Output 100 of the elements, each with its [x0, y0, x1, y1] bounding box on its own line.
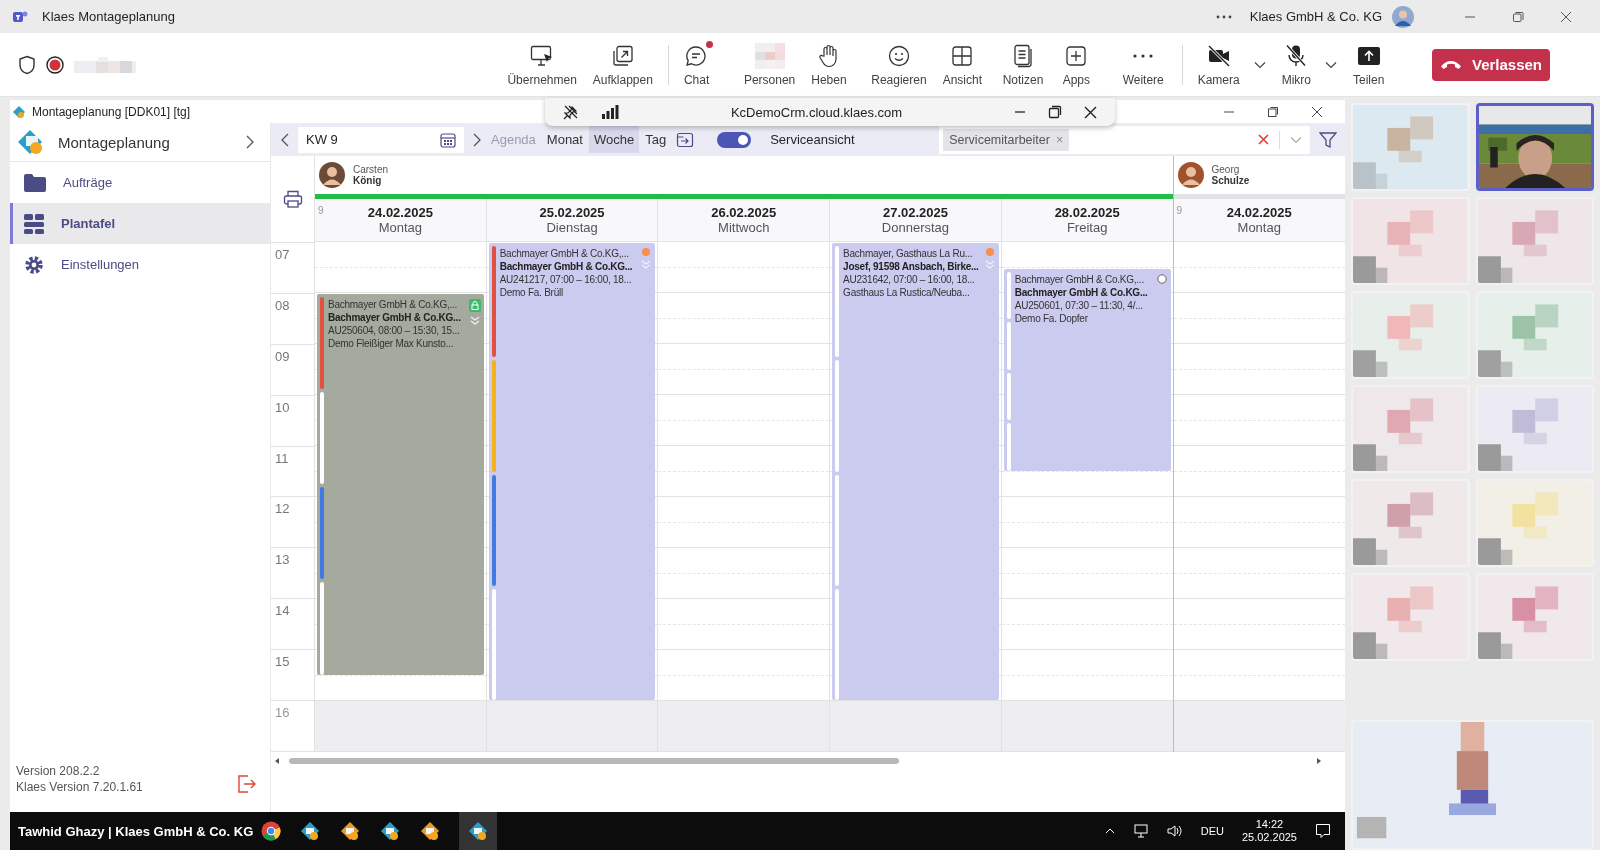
appointment-text: Bachmayer, Gasthaus La Ru... — [843, 247, 974, 260]
toolbar-button[interactable]: Notizen — [999, 38, 1050, 91]
sidebar-item[interactable]: Aufträge — [10, 162, 270, 203]
input-language[interactable]: DEU — [1200, 825, 1224, 837]
network-icon[interactable] — [1132, 824, 1149, 838]
unpin-icon[interactable] — [563, 104, 579, 120]
chevron-down-icon[interactable] — [1325, 60, 1337, 69]
toolbar-button[interactable]: Aufklappen — [589, 38, 656, 91]
leave-button[interactable]: Verlassen — [1432, 48, 1550, 81]
toolbar-button[interactable]: Teilen — [1350, 38, 1400, 91]
popout-icon — [611, 44, 634, 67]
weekday: Mittwoch — [718, 220, 770, 235]
notification-dot — [705, 40, 713, 48]
sidebar-item[interactable]: Einstellungen — [10, 244, 270, 285]
avatar[interactable] — [1392, 5, 1414, 28]
close-icon[interactable] — [1560, 10, 1572, 23]
export-icon[interactable] — [676, 131, 695, 148]
signal-icon — [601, 105, 619, 119]
notification-icon[interactable] — [1315, 823, 1331, 839]
first-name: Georg — [1211, 164, 1240, 176]
settings-icon — [23, 253, 45, 276]
calendar-icon[interactable] — [440, 131, 456, 148]
toolbar-button[interactable]: Reagieren — [868, 38, 930, 91]
chevron-left-icon[interactable] — [281, 132, 289, 147]
appointment-text: Demo Fleißiger Max Kunsto... — [328, 337, 455, 350]
filter-icon[interactable] — [1319, 130, 1337, 149]
day-date: 25.02.2025 — [539, 205, 605, 220]
appointment-text: AU231642, 07:00 – 16:00, 18... — [843, 273, 976, 286]
toolbar-button[interactable]: Kamera — [1194, 38, 1269, 91]
hour-label: 11 — [275, 450, 289, 466]
toolbar-button[interactable]: Heben — [808, 38, 859, 91]
chevron-down-icon[interactable] — [1253, 60, 1266, 69]
appointment-text: Josef, 91598 Ansbach, Birke... — [843, 260, 980, 273]
volume-icon[interactable] — [1166, 824, 1183, 838]
weekday: Montag — [1237, 220, 1281, 235]
app-icon[interactable] — [379, 820, 402, 842]
toolbar-button[interactable]: Mikro — [1278, 38, 1340, 91]
app-icon[interactable] — [419, 820, 442, 842]
appointment-card[interactable]: Bachmayer, Gasthaus La Ru... Josef, 91598 Ansbach, Birke... AU231642, 07:00 – 16:00, 18... Gasthaus La Rustica/Neuba... — [832, 243, 999, 700]
clock-date: 25.02.2025 — [1241, 831, 1297, 844]
appointment-card[interactable]: Bachmayer GmbH & Co.KG,... Bachmayer GmbH & Co.KG... AU250601, 07:30 – 11:30, 4/... Demo Fa. Dopfer — [1003, 268, 1171, 471]
week-field[interactable]: KW 9 — [298, 126, 464, 153]
camera-off-icon — [1206, 44, 1231, 67]
chevron-right-icon[interactable] — [473, 132, 481, 147]
hand-icon — [817, 43, 840, 68]
print-icon[interactable] — [282, 189, 303, 208]
restore-icon[interactable] — [1048, 105, 1062, 119]
app-logo-icon — [12, 104, 26, 119]
hour-label: 15 — [275, 654, 290, 670]
weekday: Dienstag — [546, 220, 598, 235]
chat-icon — [684, 44, 709, 67]
shield-icon[interactable] — [18, 54, 36, 75]
appointment-text: Demo Fa. Brüll — [499, 286, 564, 299]
toggle-switch[interactable] — [717, 131, 752, 148]
hour-label: 09 — [275, 348, 290, 364]
sidebar-item[interactable]: Plantafel — [10, 203, 270, 244]
weekday: Freitag — [1066, 220, 1108, 235]
toolbar-button[interactable]: Personen — [740, 38, 799, 91]
appointment-card[interactable]: Bachmayer GmbH & Co.KG,... Bachmayer GmbH & Co.KG... AU250604, 08:00 – 15:30, 15... Demo Fleißiger Max Kunsto... — [317, 294, 484, 675]
app-icon[interactable] — [459, 812, 498, 850]
shared-window-url: KcDemoCrm.cloud.klaes.com — [729, 104, 904, 120]
window-title: Montageplanung [DDK01] [tg] — [32, 104, 191, 119]
caret-up-icon[interactable] — [1104, 828, 1115, 834]
toolbar-button[interactable]: Ansicht — [939, 38, 990, 91]
view-tab[interactable]: Woche — [588, 126, 640, 153]
day-date: 24.02.2025 — [1226, 205, 1292, 220]
avatar — [1177, 162, 1204, 189]
appointment-text: Demo Fa. Dopfer — [1014, 311, 1089, 325]
more-icon — [1133, 53, 1154, 58]
mic-off-icon — [1285, 43, 1308, 68]
grid-icon — [951, 44, 974, 67]
status-dot — [985, 248, 994, 256]
day-date: 28.02.2025 — [1054, 205, 1120, 220]
appointment-card[interactable]: Bachmayer GmbH & Co.KG,... Bachmayer GmbH & Co.KG... AU241217, 07:00 – 16:00, 18... Demo Fa. Brüll — [488, 243, 656, 700]
filter-field[interactable]: Servicemitarbeiter × — [939, 125, 1310, 154]
app-icon[interactable] — [299, 820, 322, 842]
toolbar-button[interactable]: Übernehmen — [504, 38, 580, 91]
version-label: Klaes Version 7.20.1.61 — [16, 780, 144, 794]
restore-icon[interactable] — [1512, 10, 1524, 23]
restore-icon[interactable] — [1267, 105, 1279, 118]
toolbar-button[interactable]: Apps — [1059, 38, 1110, 91]
hour-label: 13 — [275, 552, 290, 568]
day-date: 24.02.2025 — [367, 205, 433, 220]
avatar — [319, 162, 345, 189]
view-tab[interactable]: Monat — [541, 126, 588, 153]
browser-icon[interactable] — [261, 821, 282, 841]
toolbar-button[interactable]: Chat — [680, 38, 731, 91]
day-date: 27.02.2025 — [882, 205, 948, 220]
toolbar-button[interactable]: Weitere — [1119, 38, 1170, 91]
last-name: König — [353, 175, 383, 187]
close-icon[interactable] — [1084, 105, 1097, 119]
clear-icon[interactable] — [1258, 134, 1269, 145]
view-tab[interactable]: Tag — [640, 126, 672, 153]
appointment-text: Gasthaus La Rustica/Neuba... — [843, 286, 971, 299]
logout-icon[interactable] — [236, 774, 256, 794]
app-icon[interactable] — [339, 820, 362, 842]
chevron-right-icon[interactable] — [246, 135, 254, 149]
more-icon[interactable] — [1215, 14, 1232, 19]
scrollbar[interactable] — [273, 756, 1323, 766]
close-icon[interactable] — [1311, 105, 1323, 118]
